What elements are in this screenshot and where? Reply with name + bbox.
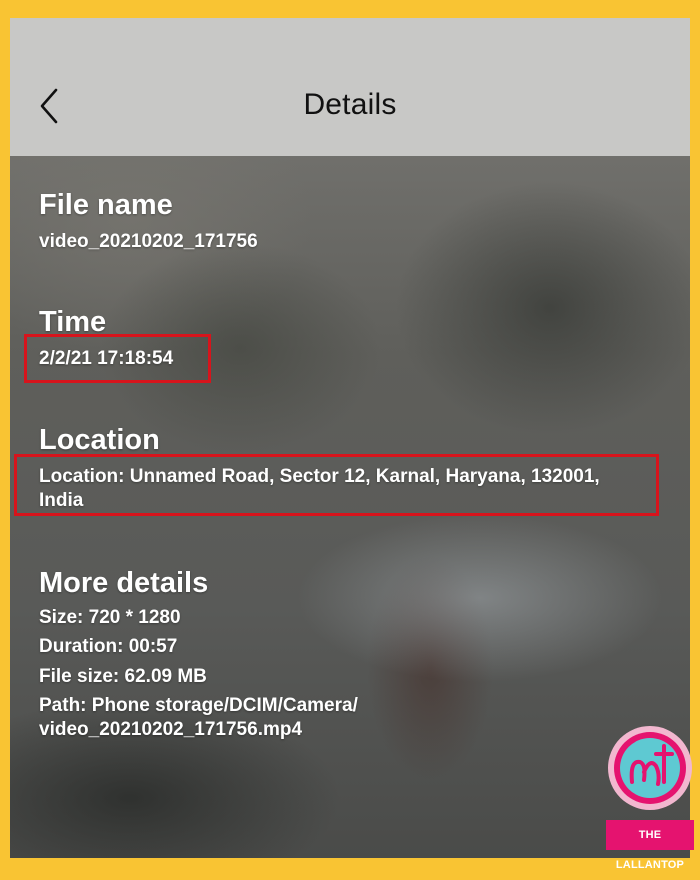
- watermark-label: THE LALLANTOP: [606, 820, 694, 871]
- size-value: Size: 720 * 1280: [39, 607, 181, 628]
- more-details-heading: More details: [39, 567, 209, 599]
- time-highlight-box: [24, 334, 211, 383]
- duration-value: Duration: 00:57: [39, 636, 178, 657]
- path-value-line2: video_20210202_171756.mp4: [39, 719, 303, 740]
- path-value-line1: Path: Phone storage/DCIM/Camera/: [39, 695, 358, 716]
- file-size-value: File size: 62.09 MB: [39, 666, 207, 687]
- location-highlight-box: [14, 454, 659, 516]
- file-name-value: video_20210202_171756: [39, 231, 258, 252]
- top-app-bar: Details: [10, 18, 690, 156]
- watermark-logo: THE LALLANTOP: [606, 712, 700, 871]
- page-title: Details: [303, 88, 397, 121]
- app-screen: Details File name video_20210202_171756 …: [10, 18, 690, 858]
- lallantop-logo-icon: [608, 726, 692, 810]
- file-name-heading: File name: [39, 189, 173, 221]
- location-heading: Location: [39, 424, 160, 456]
